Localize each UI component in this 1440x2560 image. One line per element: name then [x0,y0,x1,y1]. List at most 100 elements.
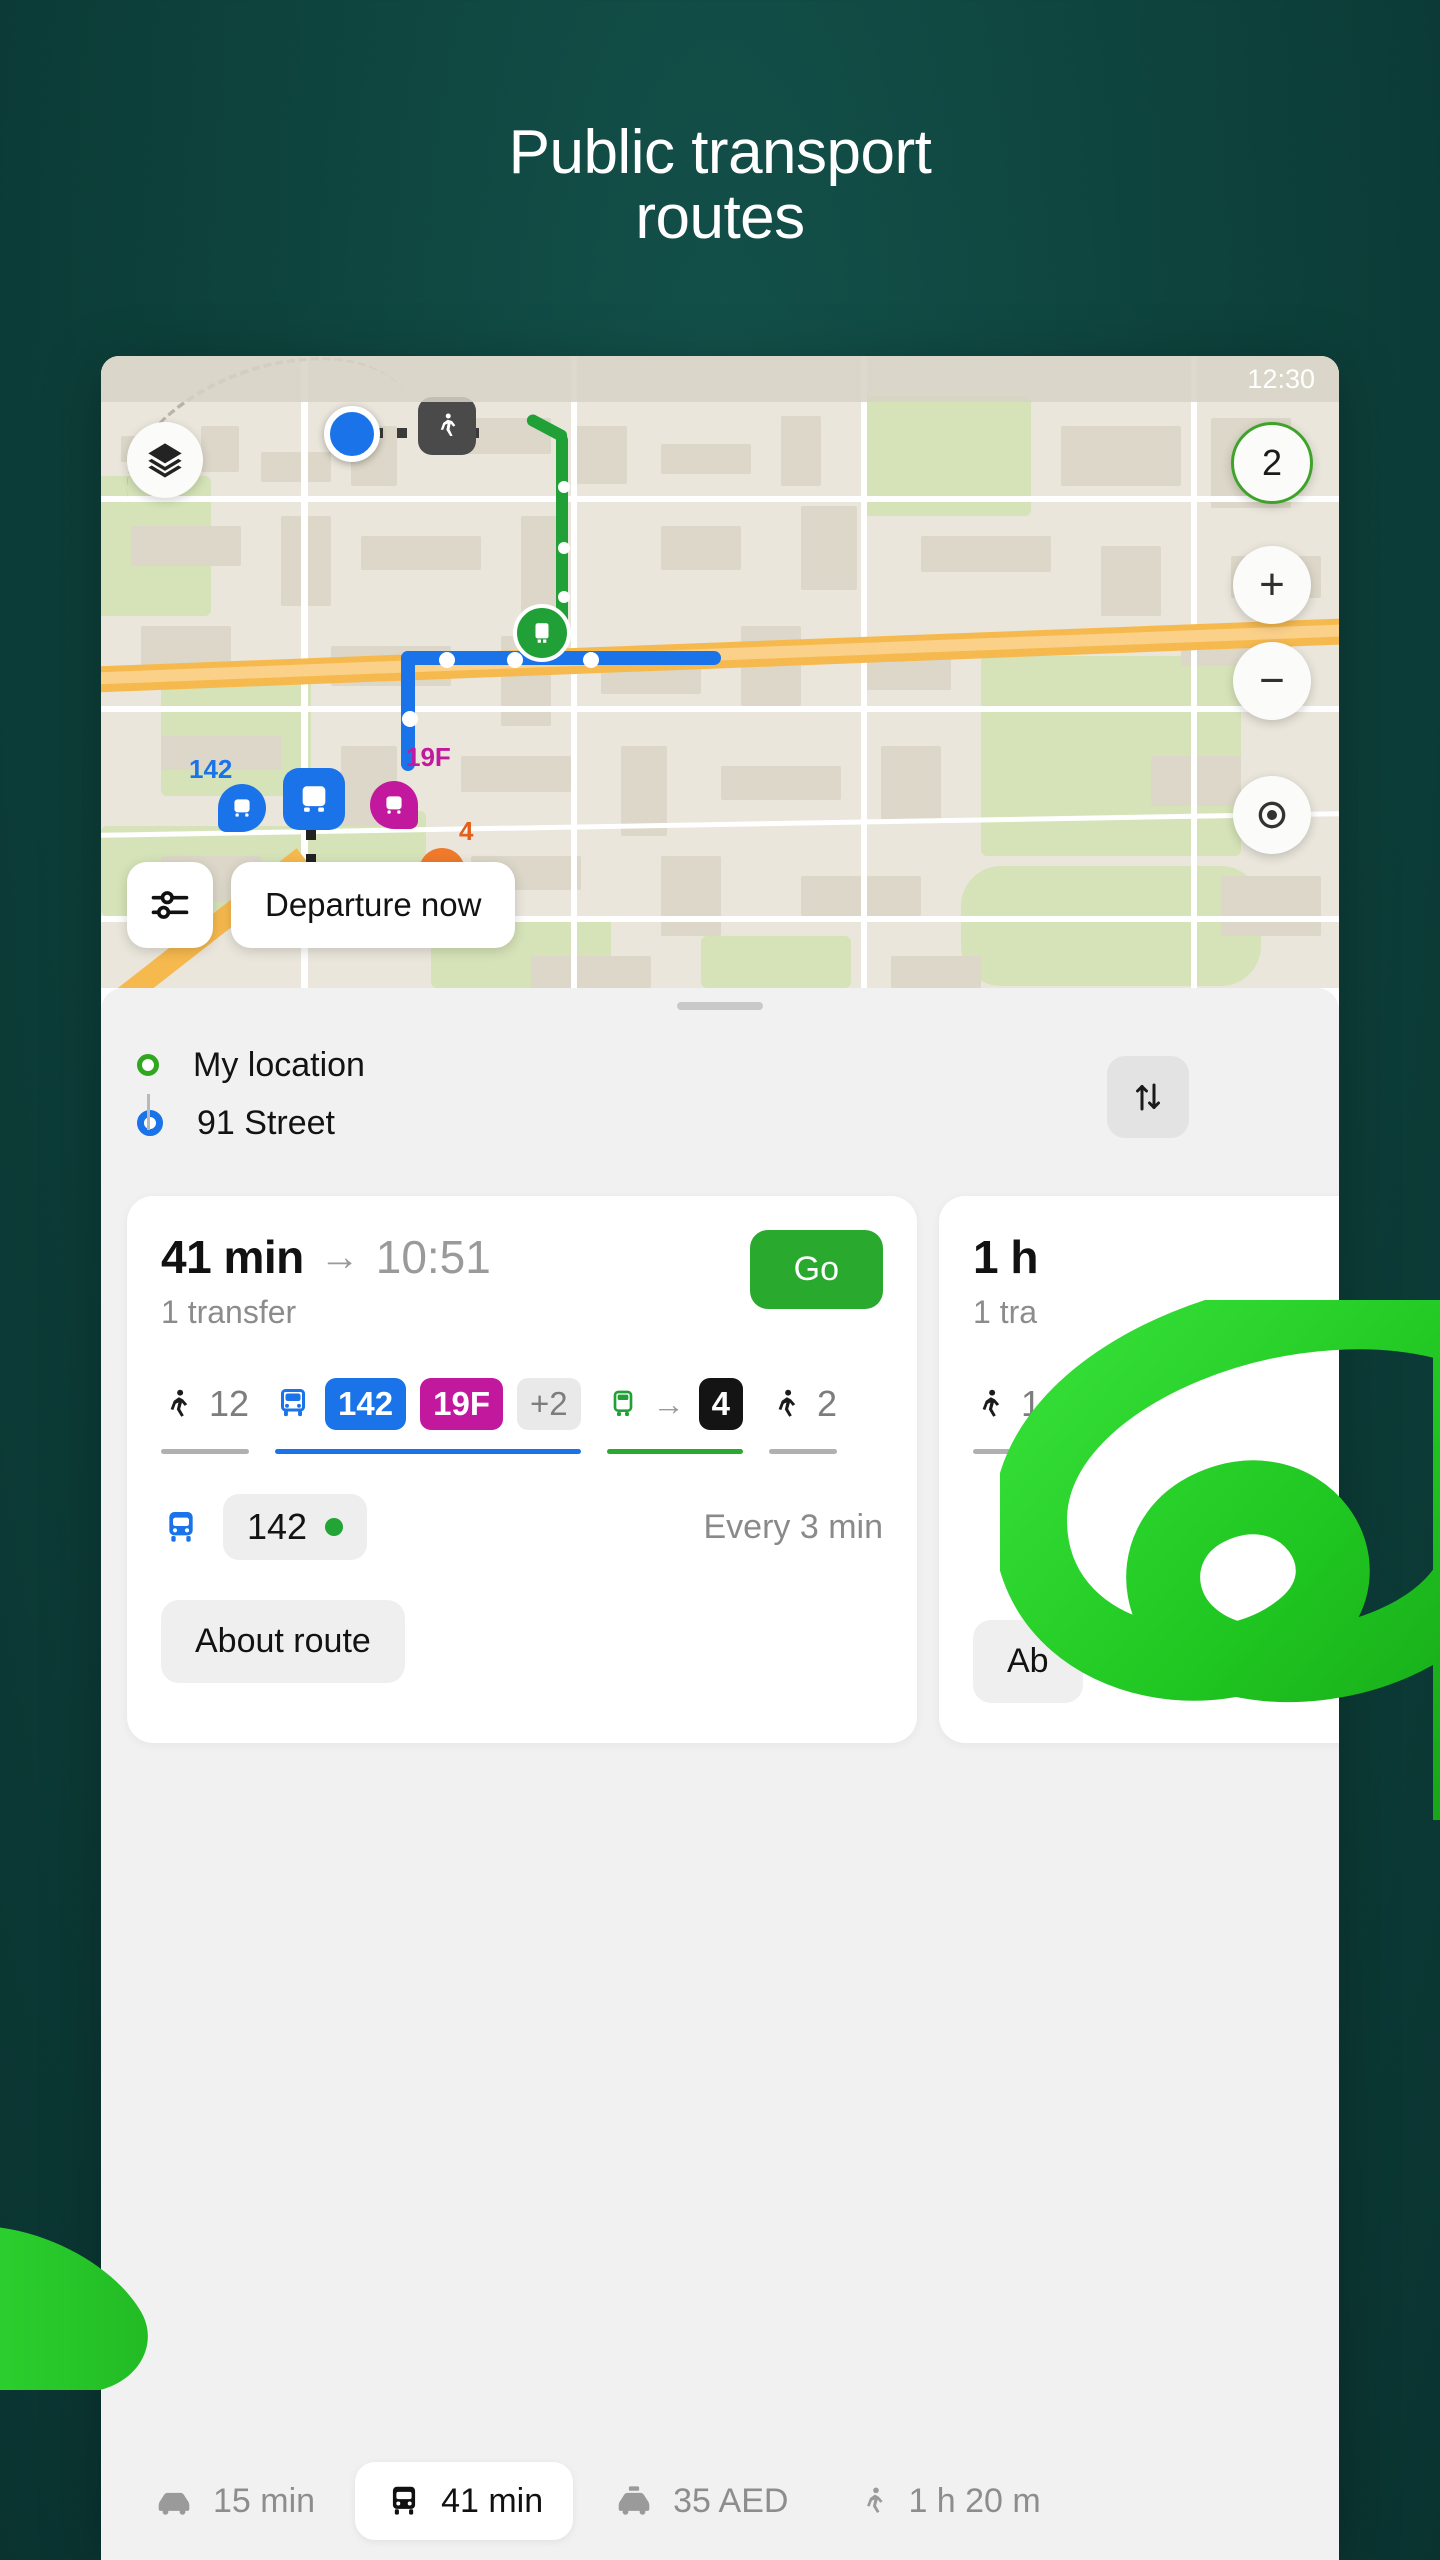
tab-car[interactable]: 15 min [123,2464,345,2539]
live-indicator-icon [325,1518,344,1536]
destination-dot-icon [137,1110,163,1136]
page-title: Public transport routes [0,120,1440,250]
tab-walk-label: 1 h 20 m [908,2481,1041,2520]
transport-mode-tabs[interactable]: 15 min 41 min 35 AED 1 h 20 m [101,2442,1339,2560]
bus-icon [234,799,250,817]
route-stop-dot [558,481,570,493]
locate-button[interactable] [1233,776,1311,854]
route-stop-dot [558,542,570,554]
map-label-4: 4 [459,816,474,846]
route-duration: 1 h [973,1231,1038,1283]
go-button[interactable]: Go [749,1230,883,1309]
route-card[interactable]: 41 min → 10:51 1 transfer Go 12 142 19F … [127,1196,917,1743]
arrow-icon: → [319,1234,360,1279]
walk-icon [170,1389,188,1417]
tab-transit-label: 41 min [441,2481,544,2520]
zoom-in-button[interactable]: + [1233,546,1311,624]
leg-bar [275,1449,581,1454]
route-frequency: Every 3 min [703,1507,884,1546]
walk-icon [440,413,456,436]
page-title-line1: Public transport [508,118,932,187]
bus-icon [386,796,402,814]
leg-arrow-icon: → [652,1385,685,1422]
route-frequency-row: 142 Every 3 min [161,1494,883,1560]
leg-bar [606,1449,743,1454]
tram-station-marker [513,604,571,662]
origin-dot-icon [137,1054,159,1076]
route-filters-button[interactable] [127,862,213,948]
map-canvas[interactable]: 12:30 142 19F 4 2 + − Departure now [101,356,1339,988]
route-endpoints: My location 91 Street [101,1010,1339,1172]
tab-car-label: 15 min [213,2481,316,2520]
route-transfers: 1 transfer [161,1294,297,1330]
bus-icon [302,786,326,812]
leg-chip-4[interactable]: 4 [698,1377,743,1431]
route-number: 142 [247,1506,308,1547]
leg-chip-142[interactable]: 142 [325,1377,407,1431]
about-route-button[interactable]: Ab [973,1620,1083,1703]
departure-time-button[interactable]: Departure now [231,862,516,948]
leg-chip-more[interactable]: +2 [516,1377,581,1431]
bus-stop-marker-142[interactable] [218,784,266,832]
walk-icon [982,1389,1000,1417]
leg-walk-minutes: 2 [816,1383,837,1424]
map-label-19f: 19F [406,742,451,772]
map-layers-button[interactable] [127,422,203,498]
status-bar: 12:30 [101,356,1339,402]
route-number-pill[interactable]: 142 [223,1494,368,1560]
status-clock: 12:30 [1247,363,1315,394]
taxi-icon [618,2486,650,2515]
leg-bar [161,1449,250,1454]
car-icon [158,2492,190,2515]
walk-icon [778,1389,796,1417]
route-duration: 41 min [161,1231,304,1283]
route-count-badge[interactable]: 2 [1231,422,1313,504]
leg-walk-minutes: 12 [209,1383,250,1424]
tram-icon [613,1390,632,1416]
zoom-out-button[interactable]: − [1233,642,1311,720]
swap-vertical-icon [1136,1083,1160,1111]
route-stop-dot [402,711,418,727]
about-route-button[interactable]: About route [161,1600,405,1683]
bottom-sheet: My location 91 Street 41 min → 10:51 1 t… [101,988,1339,2560]
layers-icon [148,443,182,478]
bus-stop-marker-19f[interactable] [370,781,418,829]
route-legs: 12 142 19F +2 → 4 2 [161,1373,883,1454]
bus-icon [392,2486,416,2515]
endpoint-connector [147,1094,150,1130]
leg-walk-start: 12 [161,1373,250,1454]
phone-mockup: 12:30 142 19F 4 2 + − Departure now My l… [101,356,1339,2560]
tab-walk[interactable]: 1 h 20 m [828,2463,1070,2539]
origin-marker [324,406,380,462]
destination-label: 91 Street [197,1103,335,1142]
tab-taxi[interactable]: 35 AED [583,2464,818,2539]
route-legs: 1 [973,1373,1339,1454]
route-eta: 10:51 [375,1231,491,1283]
route-transfers: 1 tra [973,1294,1038,1330]
map-bottom-controls: Departure now [127,862,516,948]
route-cards-carousel[interactable]: 41 min → 10:51 1 transfer Go 12 142 19F … [101,1196,1339,1743]
leg-walk-start: 1 [973,1373,1042,1454]
navigation-icon [1258,801,1286,829]
page-title-line2: routes [635,183,805,253]
leg-chip-19f[interactable]: 19F [420,1377,503,1431]
tab-transit[interactable]: 41 min [355,2462,574,2540]
origin-label: My location [193,1045,365,1084]
filters-icon [151,891,189,919]
route-stop-dot [558,591,570,603]
bus-icon [169,1512,193,1542]
tram-icon [535,623,549,643]
leg-tram: → 4 [606,1373,743,1454]
map-label-142: 142 [189,754,233,784]
route-card-next[interactable]: 1 h 1 tra 1 Ab [939,1196,1339,1743]
bus-icon [281,1389,306,1417]
leg-bus: 142 19F +2 [275,1373,581,1454]
bus-stop-marker-selected[interactable] [283,768,345,830]
tab-taxi-label: 35 AED [673,2481,789,2520]
swap-endpoints-button[interactable] [1107,1056,1189,1138]
walk-marker [418,397,476,455]
route-stop-dot [439,652,455,668]
leg-bar [768,1449,837,1454]
route-stop-dot [583,652,599,668]
sheet-grabber[interactable] [677,1002,763,1010]
